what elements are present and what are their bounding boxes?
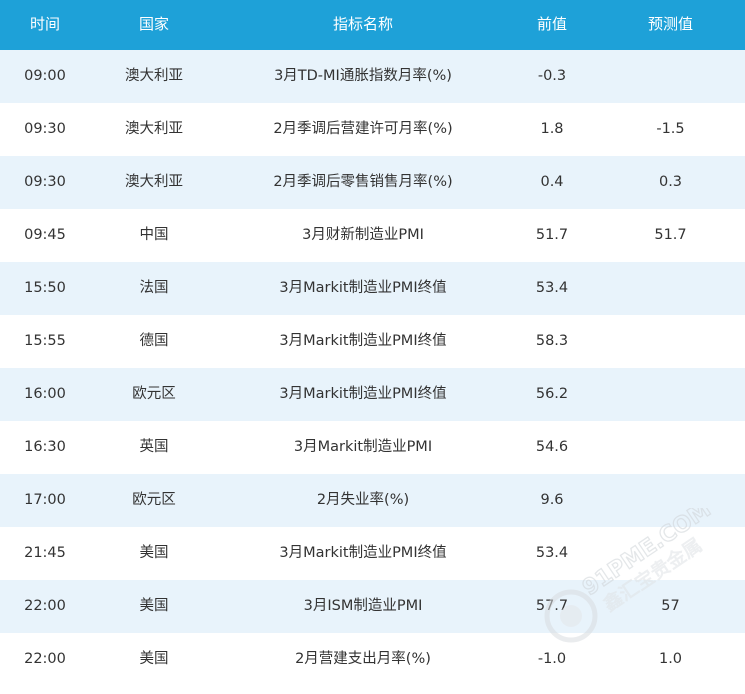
cell-time: 16:00 — [24, 386, 66, 402]
cell-previous: 56.2 — [535, 386, 569, 402]
cell-country: 法国 — [139, 280, 169, 296]
header-time: 时间 — [29, 15, 60, 33]
cell-indicator: 3月Markit制造业PMI终值 — [279, 280, 447, 296]
cell-previous: 54.6 — [535, 439, 569, 455]
table-row: 09:00 澳大利亚 3月TD-MI通胀指数月率(%) -0.3 — [0, 50, 745, 103]
cell-country: 澳大利亚 — [125, 68, 183, 84]
table-row: 21:45 美国 3月Markit制造业PMI终值 53.4 — [0, 527, 745, 580]
cell-forecast: 1.0 — [658, 651, 683, 667]
cell-indicator: 2月季调后零售销售月率(%) — [273, 174, 453, 190]
table-header: 时间 国家 指标名称 前值 预测值 — [0, 0, 745, 50]
header-forecast: 预测值 — [647, 15, 693, 33]
cell-time: 15:50 — [24, 280, 66, 296]
cell-indicator: 3月Markit制造业PMI终值 — [279, 545, 447, 561]
cell-previous: 53.4 — [535, 545, 569, 561]
cell-time: 09:30 — [24, 121, 66, 137]
cell-time: 09:00 — [24, 68, 66, 84]
cell-indicator: 2月营建支出月率(%) — [295, 651, 431, 667]
cell-indicator: 3月Markit制造业PMI终值 — [279, 386, 447, 402]
cell-time: 22:00 — [24, 598, 66, 614]
cell-forecast — [596, 527, 745, 580]
header-indicator: 指标名称 — [332, 15, 393, 33]
table-row: 09:45 中国 3月财新制造业PMI 51.7 51.7 — [0, 209, 745, 262]
cell-forecast: -1.5 — [656, 121, 685, 137]
cell-forecast — [596, 50, 745, 103]
table-row: 15:50 法国 3月Markit制造业PMI终值 53.4 — [0, 262, 745, 315]
cell-forecast — [596, 315, 745, 368]
cell-forecast — [596, 474, 745, 527]
cell-previous: 53.4 — [535, 280, 569, 296]
table-row: 22:00 美国 3月ISM制造业PMI 57.7 57 — [0, 580, 745, 633]
cell-forecast — [596, 368, 745, 421]
cell-indicator: 3月财新制造业PMI — [302, 227, 424, 243]
header-previous: 前值 — [536, 15, 567, 33]
cell-previous: 51.7 — [535, 227, 569, 243]
table-row: 16:00 欧元区 3月Markit制造业PMI终值 56.2 — [0, 368, 745, 421]
cell-time: 21:45 — [24, 545, 66, 561]
cell-previous: -1.0 — [537, 651, 567, 667]
cell-time: 09:45 — [24, 227, 66, 243]
cell-time: 22:00 — [24, 651, 66, 667]
cell-country: 英国 — [139, 439, 169, 455]
table-row: 09:30 澳大利亚 2月季调后零售销售月率(%) 0.4 0.3 — [0, 156, 745, 209]
table-row: 16:30 英国 3月Markit制造业PMI 54.6 — [0, 421, 745, 474]
cell-country: 中国 — [139, 227, 169, 243]
table-row: 22:00 美国 2月营建支出月率(%) -1.0 1.0 — [0, 633, 745, 686]
cell-forecast: 51.7 — [654, 227, 687, 243]
cell-forecast — [596, 262, 745, 315]
cell-country: 欧元区 — [132, 492, 176, 508]
cell-forecast — [596, 421, 745, 474]
header-country: 国家 — [138, 15, 169, 33]
cell-time: 15:55 — [24, 333, 66, 349]
cell-time: 17:00 — [24, 492, 66, 508]
cell-previous: -0.3 — [537, 68, 567, 84]
cell-previous: 58.3 — [535, 333, 569, 349]
cell-country: 澳大利亚 — [125, 174, 183, 190]
cell-time: 09:30 — [24, 174, 66, 190]
table-row: 09:30 澳大利亚 2月季调后营建许可月率(%) 1.8 -1.5 — [0, 103, 745, 156]
cell-previous: 9.6 — [540, 492, 564, 508]
cell-country: 欧元区 — [132, 386, 176, 402]
cell-country: 美国 — [139, 651, 169, 667]
cell-previous: 0.4 — [540, 174, 564, 190]
economic-calendar-table: 时间 国家 指标名称 前值 预测值 09:00 澳大利亚 3月TD-MI通胀指数月率… — [0, 0, 745, 694]
cell-previous: 1.8 — [540, 121, 564, 137]
cell-indicator: 3月Markit制造业PMI — [293, 439, 433, 455]
cell-forecast: 57 — [661, 598, 680, 614]
cell-indicator: 3月Markit制造业PMI终值 — [279, 333, 447, 349]
cell-country: 澳大利亚 — [125, 121, 183, 137]
cell-indicator: 2月失业率(%) — [316, 492, 410, 508]
cell-indicator: 2月季调后营建许可月率(%) — [273, 121, 453, 137]
table-row: 15:55 德国 3月Markit制造业PMI终值 58.3 — [0, 315, 745, 368]
cell-country: 美国 — [139, 545, 169, 561]
cell-country: 德国 — [139, 333, 169, 349]
cell-previous: 57.7 — [535, 598, 569, 614]
cell-indicator: 3月ISM制造业PMI — [303, 598, 423, 614]
cell-time: 16:30 — [24, 439, 66, 455]
cell-indicator: 3月TD-MI通胀指数月率(%) — [274, 68, 452, 84]
table-row: 17:00 欧元区 2月失业率(%) 9.6 — [0, 474, 745, 527]
cell-country: 美国 — [139, 598, 169, 614]
cell-forecast: 0.3 — [658, 174, 683, 190]
